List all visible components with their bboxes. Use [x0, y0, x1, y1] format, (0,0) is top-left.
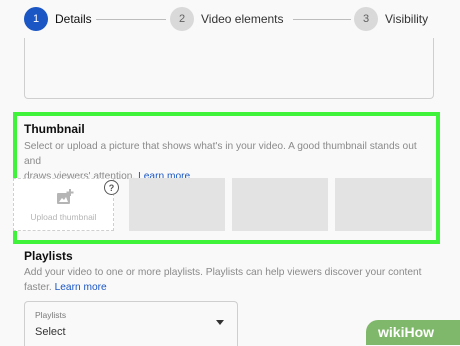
upload-thumbnail-label: Upload thumbnail: [30, 212, 97, 222]
description-textarea[interactable]: [24, 38, 434, 99]
playlists-description-line1: Add your video to one or more playlists.…: [24, 267, 422, 278]
playlists-dropdown[interactable]: Playlists Select: [24, 301, 238, 346]
auto-thumbnail-option[interactable]: [129, 178, 225, 231]
add-photo-icon: [57, 189, 74, 204]
playlists-dropdown-label: Playlists: [35, 310, 67, 320]
playlists-description: Add your video to one or more playlists.…: [24, 265, 444, 295]
chevron-down-icon: [216, 320, 224, 325]
thumbnail-title: Thumbnail: [24, 122, 85, 136]
thumbnail-section: Thumbnail Select or upload a picture tha…: [13, 112, 440, 244]
thumbnail-description-line1: Select or upload a picture that shows wh…: [24, 141, 417, 167]
playlists-description-line2: faster. Learn more: [24, 280, 444, 295]
step-2-circle[interactable]: 2: [170, 7, 194, 31]
playlists-title: Playlists: [24, 249, 73, 263]
playlists-description-line2-text: faster.: [24, 282, 52, 293]
stepper-connector: [96, 19, 166, 20]
help-icon[interactable]: ?: [104, 180, 119, 195]
wikihow-watermark: wikiHow: [366, 320, 460, 345]
step-video-elements-label[interactable]: Video elements: [201, 12, 284, 26]
upload-thumbnail-button[interactable]: Upload thumbnail: [13, 178, 114, 231]
auto-thumbnail-option[interactable]: [232, 178, 328, 231]
wikihow-logo-text: wikiHow: [378, 324, 435, 340]
stepper-connector: [293, 19, 351, 20]
step-3-circle[interactable]: 3: [354, 7, 378, 31]
step-details-label[interactable]: Details: [55, 12, 92, 26]
step-visibility-label[interactable]: Visibility: [385, 12, 428, 26]
upload-stepper: 1 Details 2 Video elements 3 Visibility: [0, 0, 460, 38]
step-1-circle[interactable]: 1: [24, 7, 48, 31]
playlists-learn-more-link[interactable]: Learn more: [55, 282, 107, 293]
auto-thumbnail-option[interactable]: [335, 178, 432, 231]
playlists-dropdown-value: Select: [35, 326, 66, 338]
